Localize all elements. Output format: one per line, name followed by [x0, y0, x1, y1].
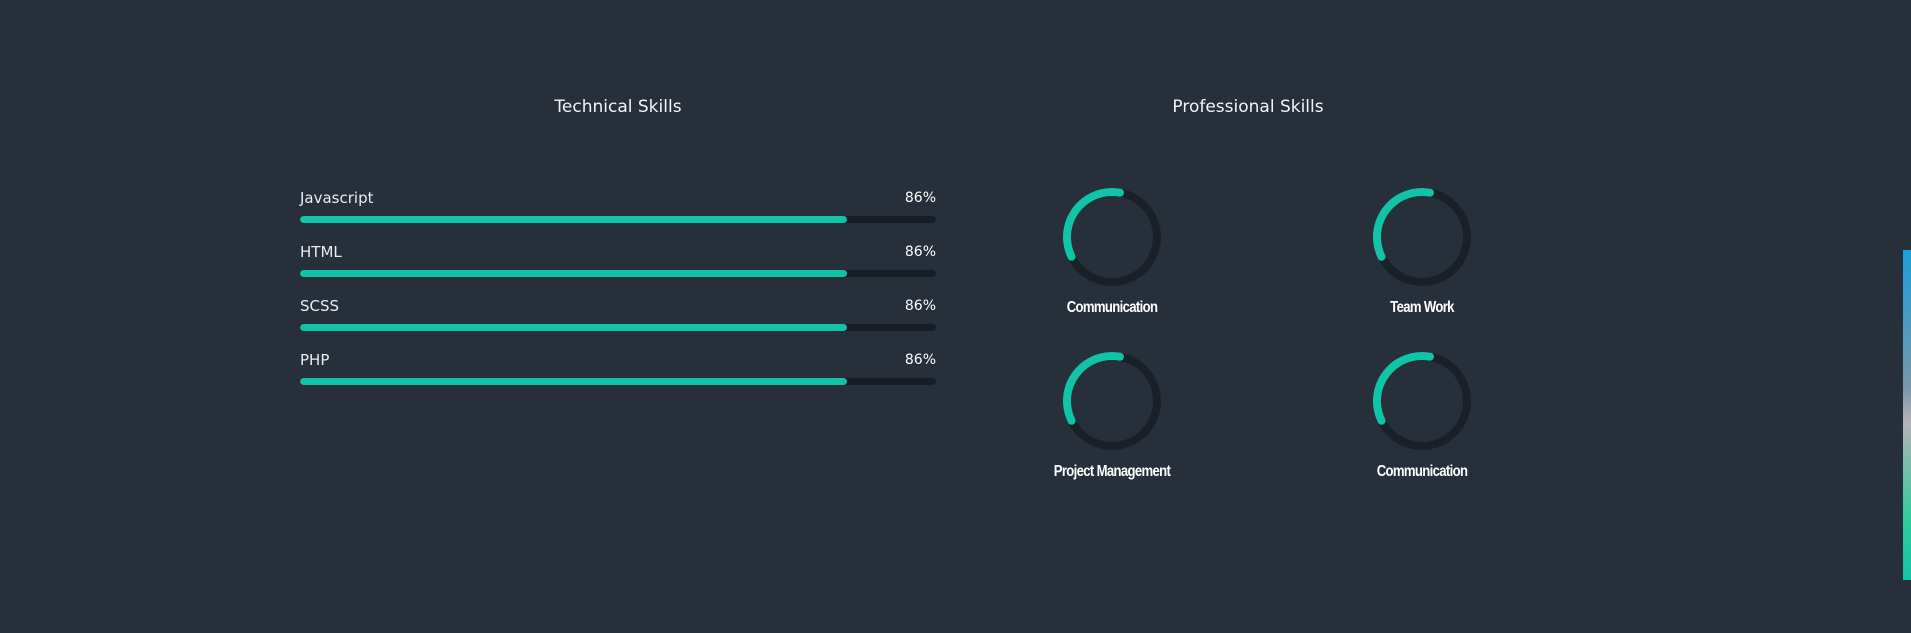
ring-fill — [1063, 352, 1161, 450]
ring-label: Project Management — [1053, 463, 1171, 480]
progress-fill — [300, 270, 847, 277]
circular-progress — [1063, 352, 1161, 450]
skill-row-scss: SCSS 86% — [300, 296, 936, 336]
circular-progress — [1063, 188, 1161, 287]
ring-fill — [1063, 188, 1161, 287]
progress-fill — [300, 378, 847, 385]
skill-percent: 86% — [904, 244, 936, 260]
ring-label: Team Work — [1390, 299, 1454, 316]
ring-skill-project-management: Project Management — [1012, 351, 1212, 501]
skill-percent: 86% — [904, 352, 936, 368]
skill-row-html: HTML 86% — [300, 242, 936, 282]
professional-skills-title: Professional Skills — [1172, 97, 1324, 117]
skill-label: PHP — [300, 351, 330, 369]
ring-fill — [1373, 188, 1471, 287]
skill-percent: 86% — [904, 190, 936, 206]
circular-progress — [1373, 188, 1471, 287]
ring-label: Communication — [1066, 299, 1158, 316]
ring-skill-communication-2: Communication — [1322, 351, 1522, 501]
progress-track — [300, 378, 936, 385]
technical-skills-title: Technical Skills — [554, 97, 682, 117]
circular-progress — [1373, 352, 1471, 450]
skill-label: SCSS — [300, 297, 340, 315]
scrollbar-thumb[interactable] — [1903, 250, 1911, 580]
skill-label: Javascript — [300, 189, 374, 207]
progress-track — [300, 216, 936, 223]
progress-fill — [300, 324, 847, 331]
progress-track — [300, 270, 936, 277]
progress-track — [300, 324, 936, 331]
skill-row-php: PHP 86% — [300, 350, 936, 390]
ring-skill-team-work: Team Work — [1322, 187, 1522, 337]
progress-fill — [300, 216, 847, 223]
skill-label: HTML — [300, 243, 342, 261]
ring-skill-communication: Communication — [1012, 187, 1212, 337]
ring-label: Communication — [1376, 463, 1468, 480]
ring-fill — [1373, 352, 1471, 450]
skill-percent: 86% — [904, 298, 936, 314]
skill-row-javascript: Javascript 86% — [300, 188, 936, 228]
